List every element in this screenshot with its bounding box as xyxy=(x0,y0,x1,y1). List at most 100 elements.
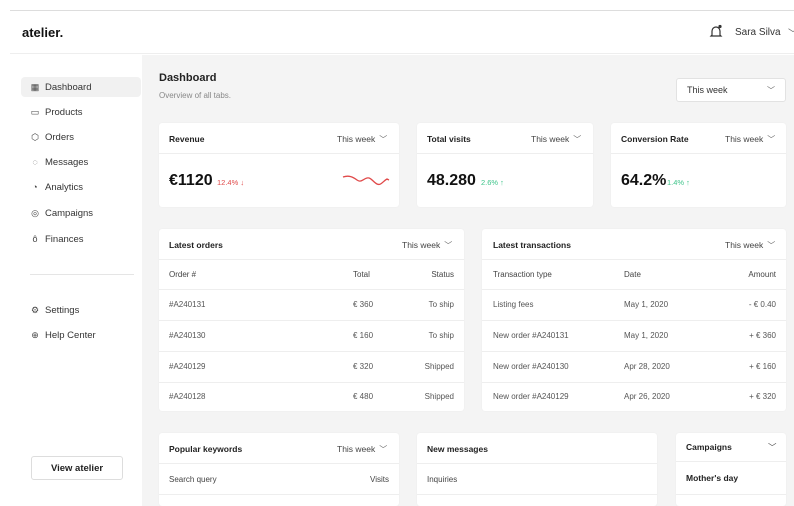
notification-bell-icon[interactable] xyxy=(709,24,723,40)
column-header: Total xyxy=(353,270,370,279)
row-divider xyxy=(676,494,786,495)
visits-value: 48.280 xyxy=(427,172,476,189)
transaction-type[interactable]: Listing fees xyxy=(493,300,533,309)
order-total: € 160 xyxy=(353,331,374,340)
visits-period-select[interactable]: This week ﹀ xyxy=(531,134,581,145)
sidebar-item-label: Help Center xyxy=(45,329,96,341)
top-bar: atelier. Sara Silva ﹀ xyxy=(10,10,794,54)
view-atelier-button[interactable]: View atelier xyxy=(31,456,123,480)
card-title: Total visits xyxy=(427,134,471,144)
order-status: Shipped xyxy=(424,392,454,401)
chevron-down-icon: ﹀ xyxy=(767,135,776,144)
card-divider xyxy=(159,153,399,154)
sidebar-item-messages[interactable]: ◌ Messages xyxy=(21,152,141,172)
transaction-date: Apr 26, 2020 xyxy=(624,392,670,401)
orders-period-select[interactable]: This week ﹀ xyxy=(402,240,452,251)
order-id[interactable]: #A240129 xyxy=(169,362,205,371)
box-icon: ▭ xyxy=(30,106,40,117)
card-divider xyxy=(417,463,657,464)
order-total: € 360 xyxy=(353,300,374,309)
order-id[interactable]: #A240128 xyxy=(169,392,205,401)
column-header: Inquiries xyxy=(427,475,458,484)
card-title: Latest orders xyxy=(169,240,223,250)
transaction-amount: + € 320 xyxy=(749,392,776,401)
keywords-card: Popular keywords This week ﹀ Search query… xyxy=(159,433,399,506)
transaction-type[interactable]: New order #A240130 xyxy=(493,362,569,371)
app-logo[interactable]: atelier. xyxy=(22,25,63,40)
sidebar-item-products[interactable]: ▭ Products xyxy=(21,102,141,122)
sidebar-item-label: Orders xyxy=(45,131,75,143)
order-total: € 480 xyxy=(353,392,374,401)
order-status: Shipped xyxy=(424,362,454,371)
card-divider xyxy=(417,153,593,154)
conversion-change: 1.4% ↑ xyxy=(667,178,690,187)
sidebar-item-dashboard[interactable]: ▦ Dashboard xyxy=(21,77,141,97)
sidebar-item-help-center[interactable]: ⊕ Help Center xyxy=(21,325,141,345)
chevron-down-icon: ﹀ xyxy=(444,241,453,250)
transaction-type[interactable]: New order #A240129 xyxy=(493,392,569,401)
column-header: Date xyxy=(624,270,641,279)
card-divider xyxy=(159,259,464,260)
column-header: Search query xyxy=(169,475,217,484)
revenue-sparkline xyxy=(342,175,390,186)
transaction-date: May 1, 2020 xyxy=(624,300,669,309)
row-divider xyxy=(417,494,657,495)
transaction-amount: - € 0.40 xyxy=(748,300,776,309)
target-icon: ◎ xyxy=(31,207,39,218)
order-id[interactable]: #A240130 xyxy=(169,331,205,340)
sidebar-item-label: Products xyxy=(45,106,83,118)
card-title: Campaigns xyxy=(686,442,732,452)
column-header: Status xyxy=(431,270,454,279)
conversion-value: 64.2% xyxy=(621,172,667,189)
order-id[interactable]: #A240131 xyxy=(169,300,205,309)
sidebar-item-label: Campaigns xyxy=(45,207,94,219)
conversion-period-select[interactable]: This week ﹀ xyxy=(725,134,775,145)
chevron-down-icon: ﹀ xyxy=(767,85,775,95)
sidebar-item-campaigns[interactable]: ◎ Campaigns xyxy=(21,203,141,223)
row-divider xyxy=(159,320,464,321)
sidebar-item-finances[interactable]: ô Finances xyxy=(21,229,141,249)
transaction-amount: + € 160 xyxy=(749,362,776,371)
row-divider xyxy=(159,351,464,352)
card-title: Revenue xyxy=(169,134,205,144)
chevron-down-icon: ﹀ xyxy=(767,241,776,250)
column-header: Visits xyxy=(370,475,389,484)
sidebar-item-orders[interactable]: ⬡ Orders xyxy=(21,127,141,147)
page-title: Dashboard xyxy=(159,72,217,84)
row-divider xyxy=(482,320,786,321)
chevron-down-icon: ﹀ xyxy=(379,445,388,454)
analytics-icon: ◔ xyxy=(32,182,38,192)
keywords-period-select[interactable]: This week ﹀ xyxy=(337,444,387,455)
visits-change: 2.6% ↑ xyxy=(481,178,504,187)
transaction-date: Apr 28, 2020 xyxy=(624,362,670,371)
campaigns-card: Campaigns ﹀ Mother's day xyxy=(676,433,786,506)
transaction-type[interactable]: New order #A240131 xyxy=(493,331,569,340)
moneybag-icon: ô xyxy=(32,234,38,244)
transaction-date: May 1, 2020 xyxy=(624,331,669,340)
card-divider xyxy=(676,461,786,462)
order-status: To ship xyxy=(428,300,454,309)
revenue-value: €1120 xyxy=(169,172,213,189)
chevron-down-icon[interactable]: ﹀ xyxy=(768,441,777,453)
transactions-period-select[interactable]: This week ﹀ xyxy=(725,240,775,251)
order-status: To ship xyxy=(428,331,454,340)
card-title: New messages xyxy=(427,444,488,454)
user-name[interactable]: Sara Silva xyxy=(735,27,781,38)
period-value: This week xyxy=(337,134,376,144)
row-divider xyxy=(482,351,786,352)
transactions-card: Latest transactions This week ﹀ Transacti… xyxy=(482,229,786,411)
row-divider xyxy=(159,382,464,383)
sidebar: ▦ Dashboard ▭ Products ⬡ Orders ◌ Messages ◔… xyxy=(10,55,142,506)
column-header: Transaction type xyxy=(493,270,552,279)
sidebar-item-label: Messages xyxy=(45,156,89,168)
period-select[interactable]: This week ﹀ xyxy=(676,78,786,102)
chevron-down-icon[interactable]: ﹀ xyxy=(788,25,794,40)
revenue-period-select[interactable]: This week ﹀ xyxy=(337,134,387,145)
messages-card: New messages Inquiries xyxy=(417,433,657,506)
chevron-down-icon: ﹀ xyxy=(379,135,388,144)
campaign-item[interactable]: Mother's day xyxy=(686,473,738,483)
sidebar-item-analytics[interactable]: ◔ Analytics xyxy=(21,177,141,197)
revenue-card: Revenue This week ﹀ €1120 12.4% ↓ xyxy=(159,123,399,207)
sidebar-item-settings[interactable]: ⚙ Settings xyxy=(21,300,141,320)
transaction-amount: + € 360 xyxy=(749,331,776,340)
